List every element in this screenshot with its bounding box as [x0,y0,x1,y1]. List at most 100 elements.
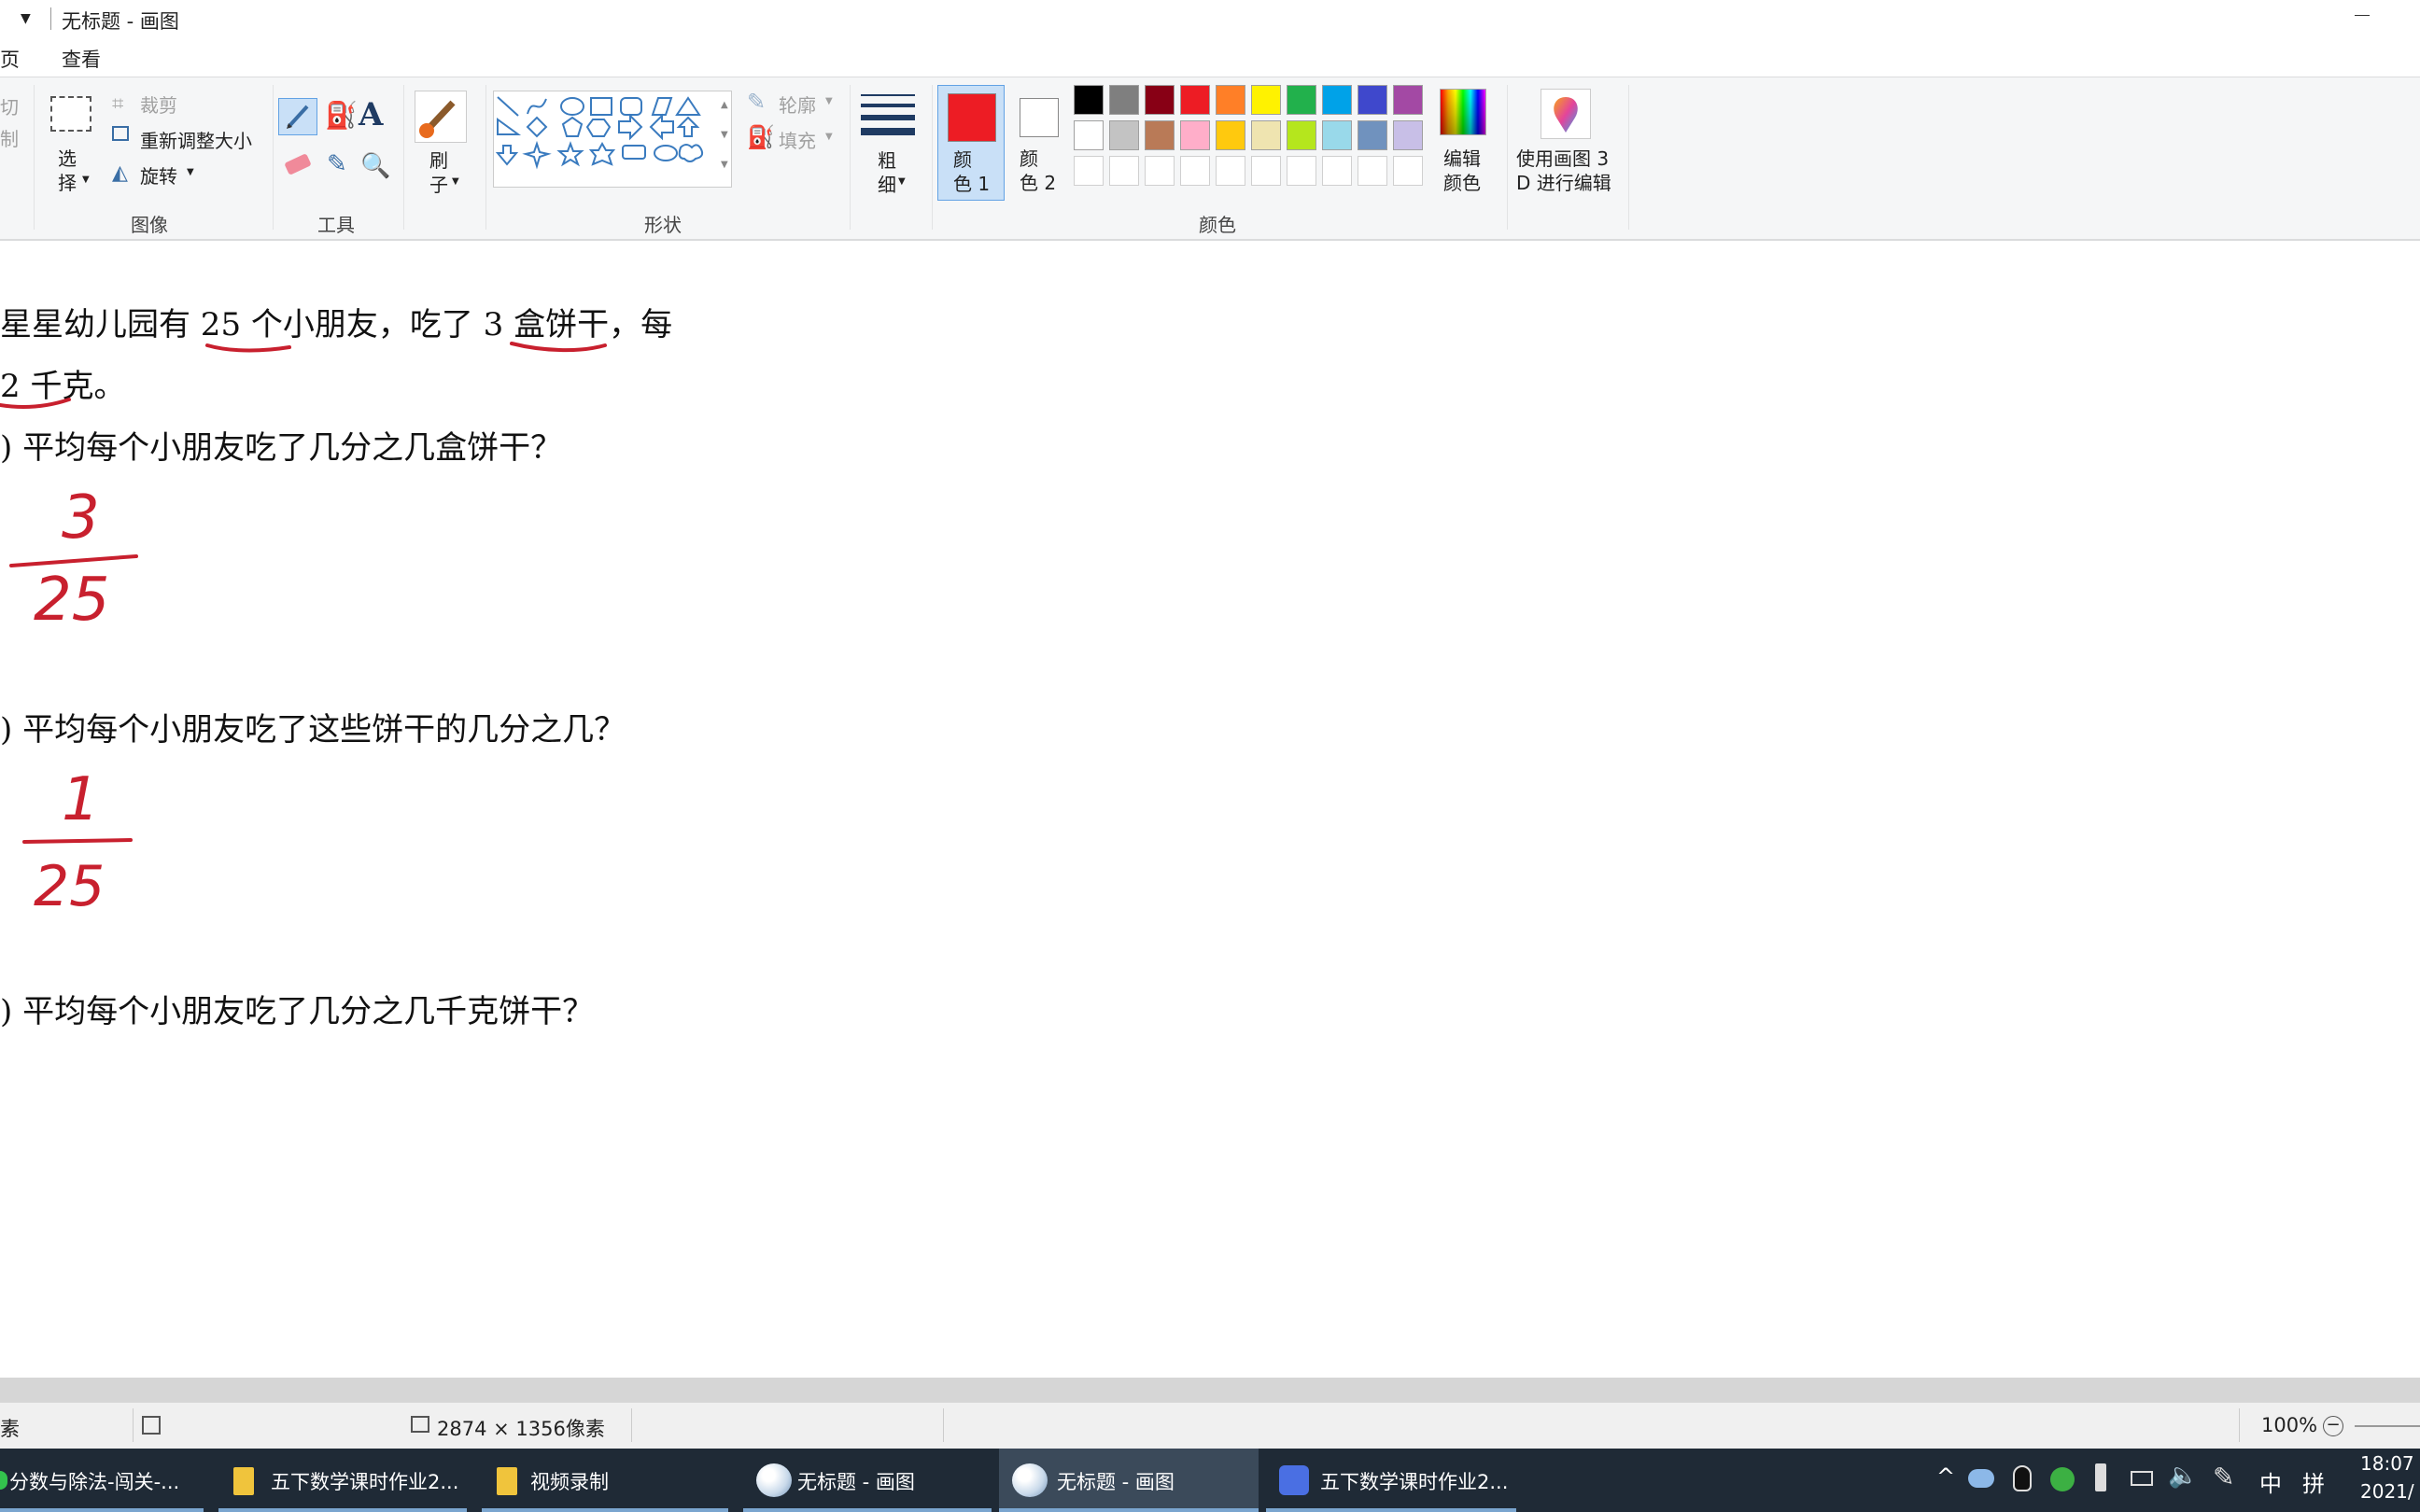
taskbar-item-3[interactable]: 视频录制 [482,1449,728,1512]
taskbar-item-label: 视频录制 [530,1471,609,1493]
rotate-chevron-icon[interactable]: ▼ [187,167,194,177]
palette-swatch[interactable] [1393,85,1423,115]
palette-swatch[interactable] [1109,156,1139,186]
palette-swatch[interactable] [1074,156,1104,186]
brushes-button[interactable]: 刷 子 [429,148,448,197]
taskbar-item-2[interactable]: 五下数学课时作业2... [218,1449,467,1512]
taskbar-item-6[interactable]: 五下数学课时作业2... [1266,1449,1516,1512]
palette-swatch[interactable] [1180,120,1210,150]
fill-bucket-icon[interactable]: ⛽ [325,100,358,131]
running-indicator [482,1508,728,1512]
palette-swatch[interactable] [1109,120,1139,150]
palette-swatch[interactable] [1322,120,1352,150]
palette-swatch[interactable] [1322,85,1352,115]
palette-swatch[interactable] [1287,85,1316,115]
crop-icon: ⌗ [112,92,124,116]
taskbar-item-label: 五下数学课时作业2... [1320,1471,1509,1493]
drawing-canvas[interactable]: 星星幼儿园有 25 个小朋友，吃了 3 盒饼干，每 2 千克。 ) 平均每个小朋… [0,241,2420,1378]
tab-home[interactable]: 页 [0,45,20,73]
separator [273,85,274,230]
edit-colors-icon[interactable] [1440,89,1486,135]
palette-swatch[interactable] [1074,120,1104,150]
tab-view[interactable]: 查看 [62,45,101,73]
copy-button[interactable]: 制 [0,124,19,151]
taskbar-item-4[interactable]: 无标题 - 画图 [743,1449,992,1512]
rotate-button[interactable]: 旋转 [140,161,177,189]
horizontal-scrollbar[interactable] [0,1378,2420,1402]
clock-time[interactable]: 18:07 [2360,1452,2414,1475]
gallery-more-icon[interactable]: ▼ [721,160,728,170]
edit-colors-button[interactable]: 编辑 颜色 [1443,147,1481,195]
minimize-icon[interactable] [2355,15,2370,16]
security-icon[interactable] [2050,1467,2075,1491]
fill-button[interactable]: 填充 [779,126,816,153]
gallery-down-icon[interactable]: ▼ [721,130,728,140]
select-icon[interactable] [50,96,91,132]
zoom-out-icon[interactable]: − [2323,1416,2343,1436]
palette-swatch[interactable] [1145,120,1175,150]
tray-chevron-icon[interactable]: ^ [1936,1463,1955,1490]
zoom-slider[interactable] [2355,1425,2420,1427]
resize-button[interactable]: 重新调整大小 [140,126,252,153]
palette-swatch[interactable] [1180,85,1210,115]
ime-mode[interactable]: 拼 [2302,1465,2325,1498]
palette-swatch[interactable] [1074,85,1104,115]
palette-swatch[interactable] [1322,156,1352,186]
color1-button[interactable]: 颜 色 1 [937,85,1005,201]
palette-swatch[interactable] [1180,156,1210,186]
palette-swatch[interactable] [1109,85,1139,115]
running-indicator [0,1508,204,1512]
palette-swatch[interactable] [1216,85,1245,115]
usb-icon[interactable] [2095,1463,2106,1491]
magnifier-icon[interactable]: 🔍 [360,152,390,180]
eraser-icon[interactable] [284,153,312,175]
clock-date[interactable]: 2021/ [2360,1480,2414,1503]
palette-swatch[interactable] [1251,156,1281,186]
pen-icon[interactable]: ✎ [2213,1462,2234,1492]
size-icon[interactable] [861,91,915,143]
gallery-up-icon[interactable]: ▲ [721,100,728,110]
taskbar-item-1[interactable]: 分数与除法-闯关-... [0,1449,204,1512]
size-button[interactable]: 粗 细 [878,148,896,197]
fill-chevron-icon[interactable]: ▼ [825,132,833,142]
palette-swatch[interactable] [1393,156,1423,186]
crop-button[interactable]: 裁剪 [140,91,177,118]
palette-swatch[interactable] [1393,120,1423,150]
palette-swatch[interactable] [1287,120,1316,150]
size-chevron-icon[interactable]: ▼ [898,176,906,187]
text-tool-icon[interactable]: A [359,96,383,133]
qq-icon[interactable] [2013,1465,2032,1491]
cut-button[interactable]: 切 [0,92,19,119]
palette-swatch[interactable] [1358,85,1387,115]
select-chevron-icon[interactable]: ▼ [82,175,90,185]
color2-button[interactable]: 颜 色 2 [1008,85,1070,201]
underline-3-boxes [510,342,607,353]
palette-swatch[interactable] [1251,85,1281,115]
quick-access-dropdown-icon[interactable]: ▼ [21,11,31,26]
color1-label: 颜 色 1 [953,148,991,195]
pencil-icon[interactable] [278,98,317,135]
shapes-gallery[interactable] [493,91,732,188]
cloud-icon[interactable] [1968,1469,1994,1488]
palette-swatch[interactable] [1358,156,1387,186]
ime-language[interactable]: 中 [2259,1465,2282,1498]
outline-chevron-icon[interactable]: ▼ [825,96,833,106]
volume-icon[interactable]: 🔈 [2168,1462,2198,1490]
brush-icon[interactable] [415,91,467,143]
palette-swatch[interactable] [1216,156,1245,186]
palette-swatch[interactable] [1145,156,1175,186]
select-button[interactable]: 选 择 [58,147,77,195]
paint3d-icon[interactable] [1541,89,1591,139]
palette-swatch[interactable] [1358,120,1387,150]
palette-swatch[interactable] [1216,120,1245,150]
taskbar-item-label: 分数与除法-闯关-... [9,1471,180,1493]
palette-swatch[interactable] [1287,156,1316,186]
outline-button[interactable]: 轮廓 [779,91,816,118]
taskbar-item-5-active[interactable]: 无标题 - 画图 [999,1449,1259,1512]
palette-swatch[interactable] [1145,85,1175,115]
paint3d-button[interactable]: 使用画图 3 D 进行编辑 [1516,147,1611,195]
brushes-chevron-icon[interactable]: ▼ [452,176,459,187]
palette-swatch[interactable] [1251,120,1281,150]
color-picker-icon[interactable]: ✎ [327,150,347,178]
battery-icon[interactable] [2131,1471,2153,1486]
